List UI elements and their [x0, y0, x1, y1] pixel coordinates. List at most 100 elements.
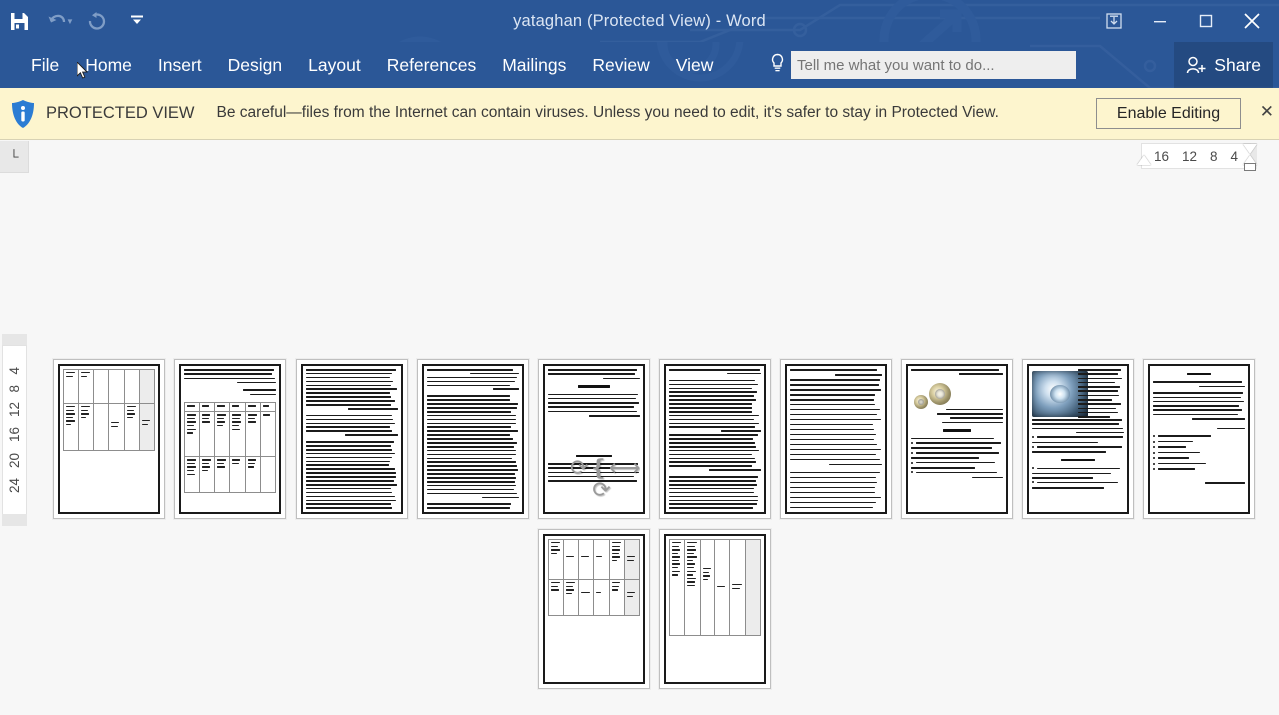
table-cell [563, 539, 580, 580]
share-label: Share [1214, 54, 1261, 75]
list-item [911, 471, 1003, 474]
page-thumbnail-3[interactable] [296, 359, 408, 519]
ribbon-display-glyph [1106, 13, 1122, 29]
protected-view-badge: PROTECTED VIEW [46, 104, 195, 122]
page-3-content [306, 369, 398, 509]
tab-design[interactable]: Design [215, 42, 295, 88]
bullet-icon [911, 441, 913, 444]
table-cell [78, 369, 95, 404]
list-item [1153, 462, 1245, 465]
titlebar-decoration [399, 0, 1279, 42]
bullet-icon [1153, 440, 1155, 443]
table-cell [184, 402, 201, 413]
minimize-button[interactable] [1137, 0, 1183, 42]
list-item [1032, 436, 1124, 439]
page-1-content [63, 369, 155, 509]
page-8-content [911, 369, 1003, 509]
close-protected-view-bar-icon[interactable]: ✕ [1260, 103, 1274, 120]
page-thumbnail-9[interactable] [1022, 359, 1134, 519]
page-12-content [669, 539, 761, 679]
bearing-gold-image[interactable] [929, 383, 951, 405]
table-cell [78, 403, 95, 451]
page-thumbnail-11[interactable] [538, 529, 650, 689]
list-item [1153, 435, 1245, 438]
tell-me-input[interactable] [791, 51, 1076, 79]
list-item [911, 451, 1003, 454]
table-cell [138, 369, 155, 404]
customize-qat-icon[interactable] [130, 14, 144, 29]
table-cell [214, 411, 231, 458]
title-bar: ▼ yataghan (Protected View) - Word [0, 0, 1279, 42]
page-thumbnail-10[interactable] [1143, 359, 1255, 519]
table-cell [608, 579, 625, 616]
bullet-icon [1032, 436, 1034, 439]
enable-editing-button[interactable]: Enable Editing [1096, 98, 1241, 129]
paragraph [548, 369, 640, 380]
restore-button[interactable] [1183, 0, 1229, 42]
table-cell [123, 369, 140, 404]
customize-qat-glyph [130, 15, 143, 24]
page-2-table [184, 402, 276, 494]
table-cell [108, 369, 125, 404]
tab-file[interactable]: File [18, 42, 72, 88]
tab-layout[interactable]: Layout [295, 42, 374, 88]
page-6-content [669, 369, 761, 509]
save-icon[interactable] [0, 2, 38, 40]
quick-access-toolbar: ▼ [0, 0, 144, 42]
page-1-border [58, 364, 160, 514]
bullet-icon [1032, 445, 1034, 448]
lightbulb-icon [770, 53, 785, 78]
table-cell [214, 402, 231, 413]
page-thumbnail-4[interactable] [417, 359, 529, 519]
table-row [184, 456, 276, 494]
ribbon-tab-bar: File Home Insert Design Layout Reference… [0, 42, 1279, 88]
mouse-cursor [77, 62, 89, 79]
table-cell [63, 369, 80, 404]
person-add-icon [1187, 56, 1206, 73]
tab-mailings[interactable]: Mailings [489, 42, 579, 88]
lightbulb-glyph [771, 53, 784, 71]
list-item [911, 461, 1003, 464]
redo-icon[interactable] [78, 2, 116, 40]
tab-review[interactable]: Review [579, 42, 662, 88]
info-shield-icon [10, 99, 36, 129]
page-thumbnail-12[interactable] [659, 529, 771, 689]
page-thumbnail-8[interactable] [901, 359, 1013, 519]
table-cell [699, 539, 716, 636]
page-5-content: ⟳❴⟷❵⟳ [548, 369, 640, 509]
close-glyph [1244, 13, 1260, 29]
tab-insert[interactable]: Insert [145, 42, 215, 88]
page-thumbnail-5[interactable]: ⟳❴⟷❵⟳ [538, 359, 650, 519]
undo-dropdown-icon[interactable]: ▼ [66, 17, 74, 26]
close-button[interactable] [1229, 0, 1275, 42]
page-4-border [422, 364, 524, 514]
bullet-icon [1153, 446, 1155, 449]
window-title: yataghan (Protected View) - Word [513, 11, 766, 30]
table-row [184, 411, 276, 458]
tab-references[interactable]: References [374, 42, 490, 88]
protected-view-bar: PROTECTED VIEW Be careful—files from the… [0, 88, 1279, 140]
page-8-border [906, 364, 1008, 514]
tab-view[interactable]: View [663, 42, 727, 88]
bullet-icon [911, 471, 913, 474]
ribbon-display-options-icon[interactable] [1091, 0, 1137, 42]
page-thumbnail-7[interactable] [780, 359, 892, 519]
table-cell [563, 579, 580, 616]
share-button[interactable]: Share [1174, 42, 1273, 88]
page-10-border [1148, 364, 1250, 514]
table-cell [608, 539, 625, 580]
list-item [1153, 451, 1245, 454]
table-cell [93, 369, 110, 404]
page-thumbnail-1[interactable] [53, 359, 165, 519]
page-12-table [669, 539, 761, 636]
page-thumbnail-6[interactable] [659, 359, 771, 519]
page-thumbnail-2[interactable] [174, 359, 286, 519]
ribbon-tabs: File Home Insert Design Layout Reference… [18, 42, 726, 88]
swirl-graphic-image[interactable]: ⟳❴⟷❵⟳ [570, 457, 640, 501]
minimize-glyph [1154, 21, 1166, 23]
table-cell [229, 456, 246, 494]
bearing-gold-image-small[interactable] [914, 395, 928, 409]
bullet-icon [1153, 457, 1155, 460]
table-cell [184, 456, 201, 494]
list-item [911, 441, 1003, 444]
